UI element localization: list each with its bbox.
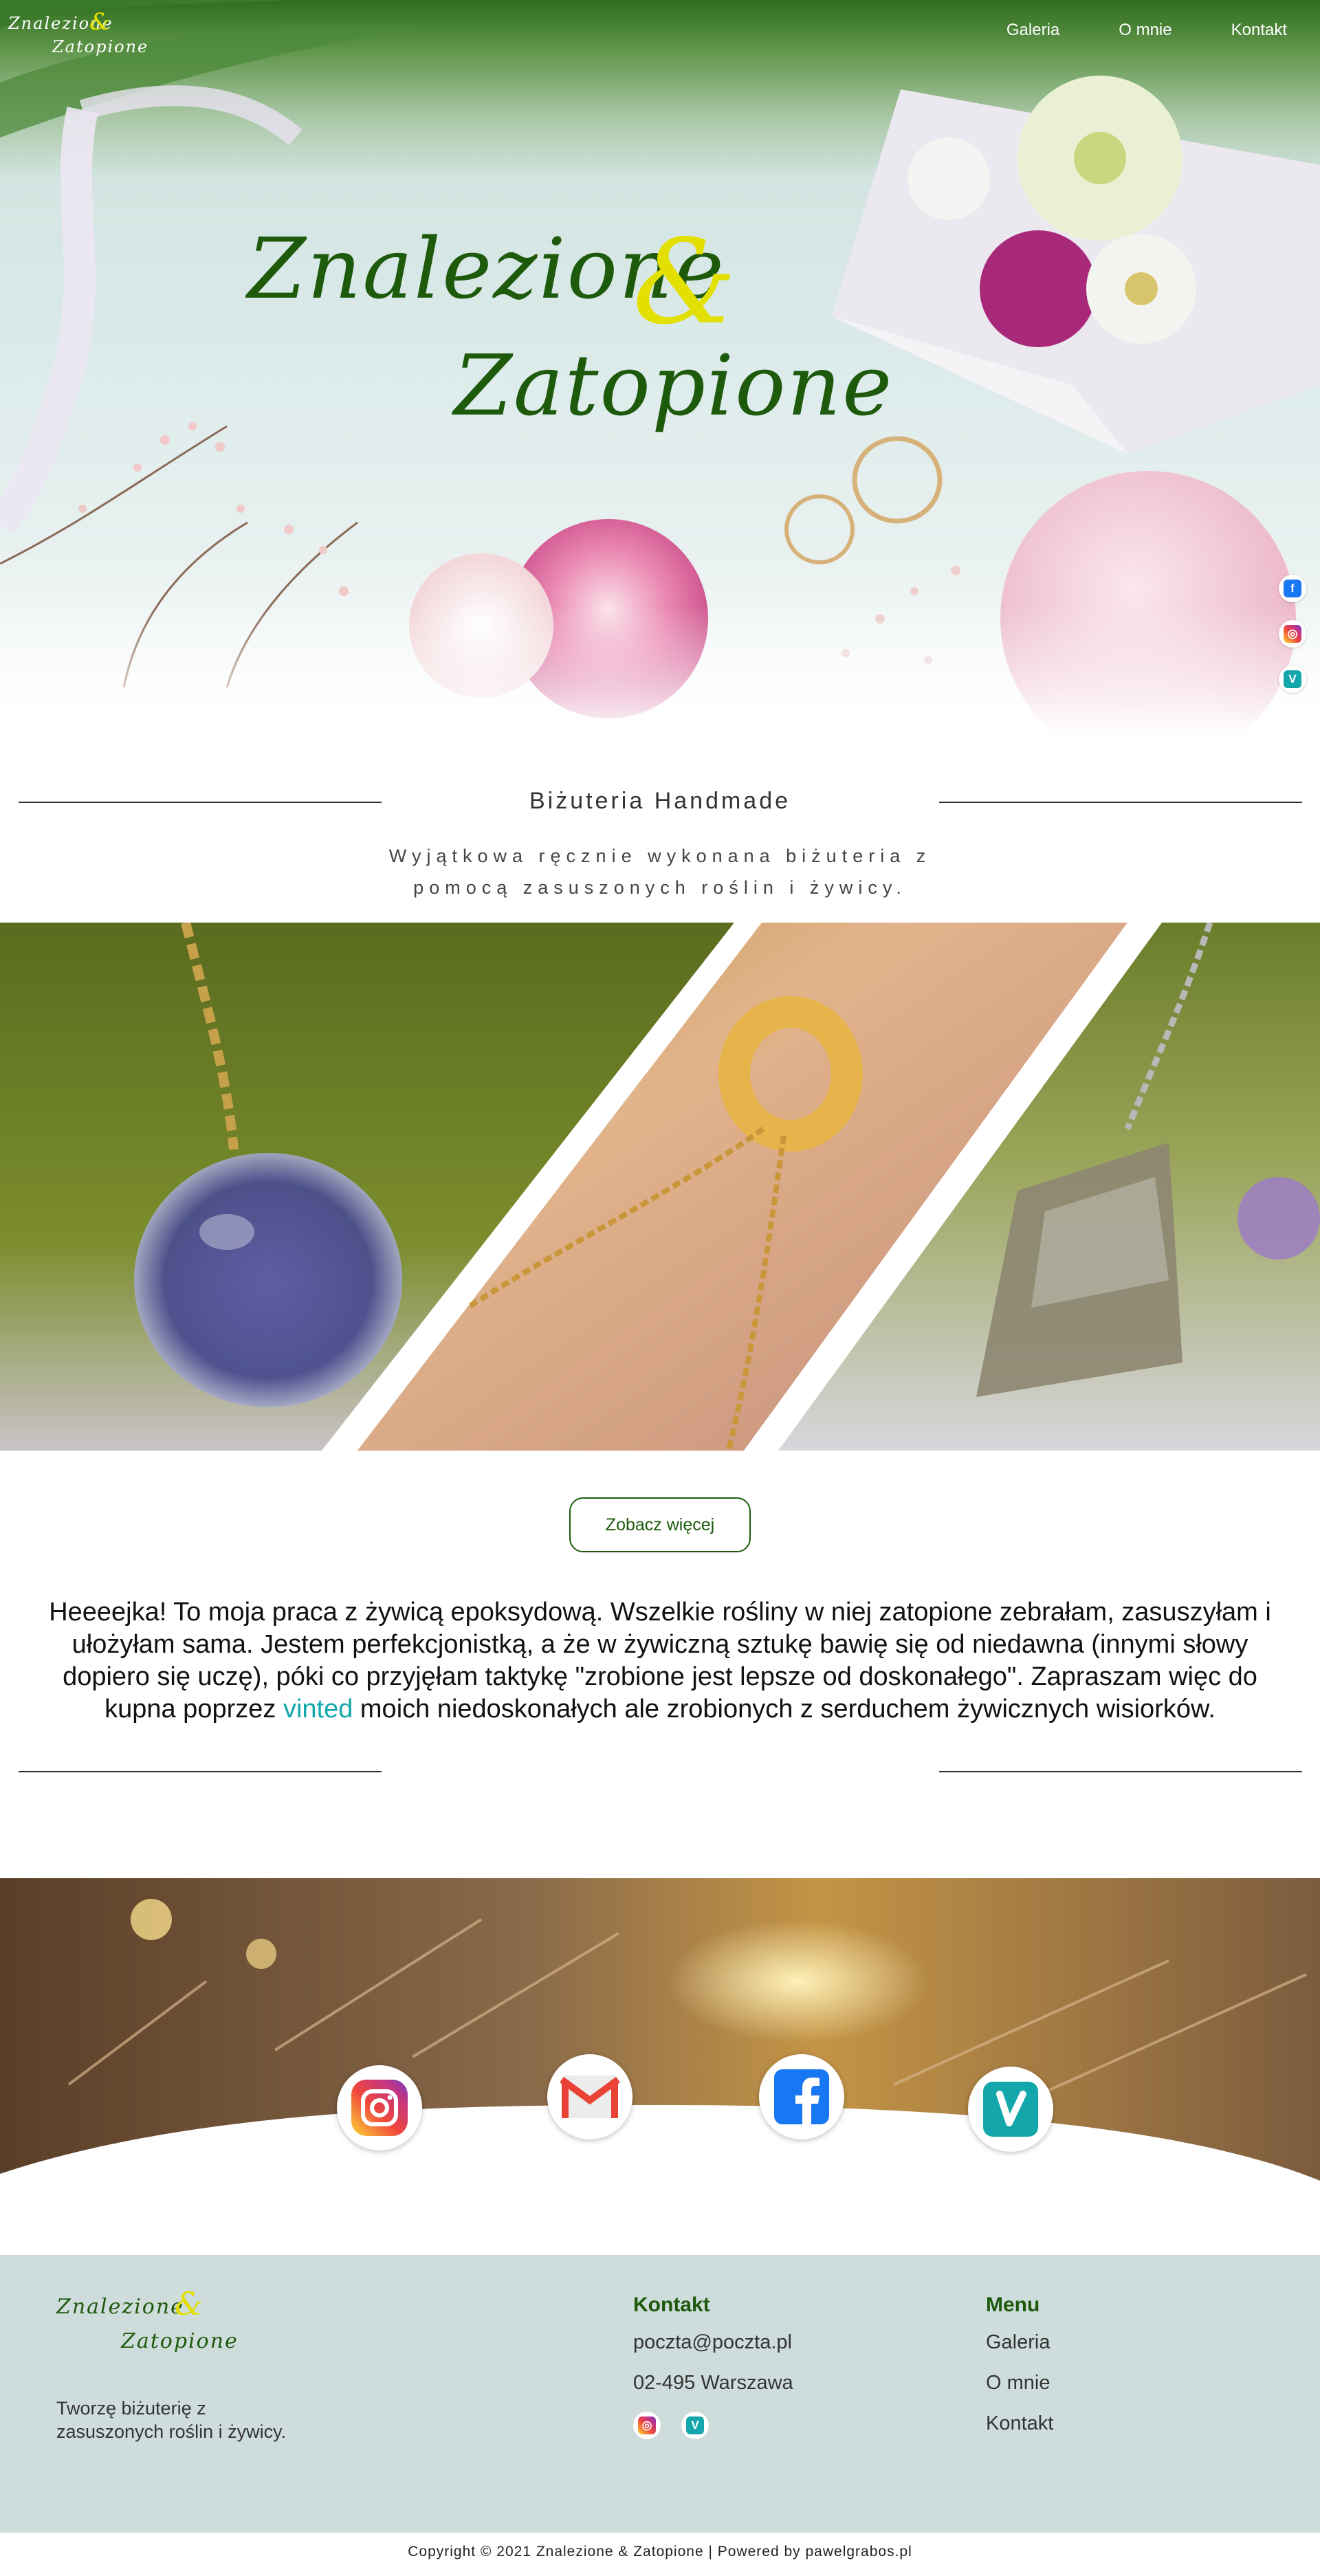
facebook-icon	[774, 2069, 829, 2124]
facebook-icon: f	[1284, 580, 1301, 597]
band-instagram-button[interactable]	[337, 2065, 422, 2150]
hero-ampersand: &	[632, 214, 737, 351]
side-facebook-button[interactable]: f	[1279, 575, 1306, 602]
hero-logo: Znalezione & Zatopione	[248, 214, 892, 440]
nav-item-kontakt[interactable]: Kontakt	[1231, 21, 1287, 40]
logo-ampersand: &	[89, 8, 111, 36]
band-gmail-button[interactable]	[547, 2054, 632, 2139]
footer-logo[interactable]: Znalezione & Zatopione	[56, 2285, 237, 2361]
footer-social-icons: ◎ V	[633, 2412, 793, 2439]
site-footer: Znalezione & Zatopione Tworzę biżuterię …	[0, 2255, 1320, 2533]
hero-section: Znalezione & Zatopione Galeria O mnie Ko…	[0, 0, 1320, 736]
copyright-text: Copyright © 2021 Znalezione & Zatopione …	[408, 2544, 912, 2560]
section-subtitle-line-1: Wyjątkowa ręcznie wykonana biżuteria z	[388, 846, 932, 866]
footer-instagram-button[interactable]: ◎	[633, 2412, 661, 2439]
instagram-icon	[351, 2080, 408, 2136]
see-more-button[interactable]: Zobacz więcej	[569, 1497, 751, 1552]
footer-menu-o-mnie[interactable]: O mnie	[986, 2368, 1053, 2409]
site-logo[interactable]: Znalezione & Zatopione	[8, 8, 147, 60]
product-gallery-strip	[0, 923, 1320, 1451]
footer-email[interactable]: poczta@poczta.pl	[633, 2328, 793, 2368]
logo-word-2: Zatopione	[52, 37, 149, 56]
footer-contact-heading: Kontakt	[633, 2293, 710, 2316]
footer-description: Tworzę biżuterię z zasuszonych roślin i …	[56, 2398, 287, 2442]
footer-vinted-button[interactable]: V	[681, 2412, 709, 2439]
vinted-icon: V	[686, 2417, 704, 2434]
nav-item-o-mnie[interactable]: O mnie	[1119, 21, 1172, 40]
main-nav: Galeria O mnie Kontakt	[1006, 21, 1287, 40]
vinted-icon	[983, 2082, 1038, 2137]
band-vinted-button[interactable]	[968, 2067, 1053, 2152]
footer-menu-kontakt[interactable]: Kontakt	[986, 2409, 1053, 2450]
section-subtitle-line-2: pomocą zasuszonych roślin i żywicy.	[413, 877, 907, 898]
divider-left-2	[19, 1771, 382, 1772]
vinted-icon: V	[1284, 670, 1301, 688]
hero-title-word-2: Zatopione	[454, 337, 894, 434]
footer-contact-column: Kontakt poczta@poczta.pl 02-495 Warszawa…	[633, 2293, 793, 2439]
vinted-link[interactable]: vinted	[283, 1695, 353, 1724]
side-instagram-button[interactable]: ◎	[1279, 620, 1306, 648]
product-photos	[0, 923, 1320, 1451]
footer-address: 02-495 Warszawa	[633, 2372, 793, 2394]
top-navigation-bar: Znalezione & Zatopione Galeria O mnie Ko…	[0, 0, 1320, 69]
band-background-photo	[0, 1878, 1320, 2181]
footer-logo-word-1: Znalezione	[56, 2295, 184, 2319]
footer-menu-heading: Menu	[986, 2293, 1040, 2316]
about-text-part-2: moich niedoskonałych ale zrobionych z se…	[353, 1695, 1216, 1724]
band-facebook-button[interactable]	[759, 2054, 844, 2139]
instagram-icon: ◎	[638, 2417, 656, 2434]
about-text: Heeeejka! To moja praca z żywicą epoksyd…	[41, 1596, 1279, 1726]
divider-right-2	[939, 1771, 1302, 1772]
gmail-icon	[560, 2076, 620, 2118]
social-band	[0, 1878, 1320, 2181]
instagram-icon: ◎	[1284, 625, 1301, 643]
nav-item-galeria[interactable]: Galeria	[1006, 21, 1059, 40]
footer-logo-word-2: Zatopione	[121, 2329, 239, 2353]
side-vinted-button[interactable]: V	[1279, 665, 1306, 693]
footer-logo-ampersand: &	[175, 2285, 203, 2322]
floating-social-bar: f ◎ V	[1279, 575, 1306, 693]
footer-menu-column: Menu Galeria O mnie Kontakt	[986, 2293, 1053, 2450]
section-title: Biżuteria Handmade	[529, 788, 791, 814]
footer-menu-galeria[interactable]: Galeria	[986, 2328, 1053, 2368]
